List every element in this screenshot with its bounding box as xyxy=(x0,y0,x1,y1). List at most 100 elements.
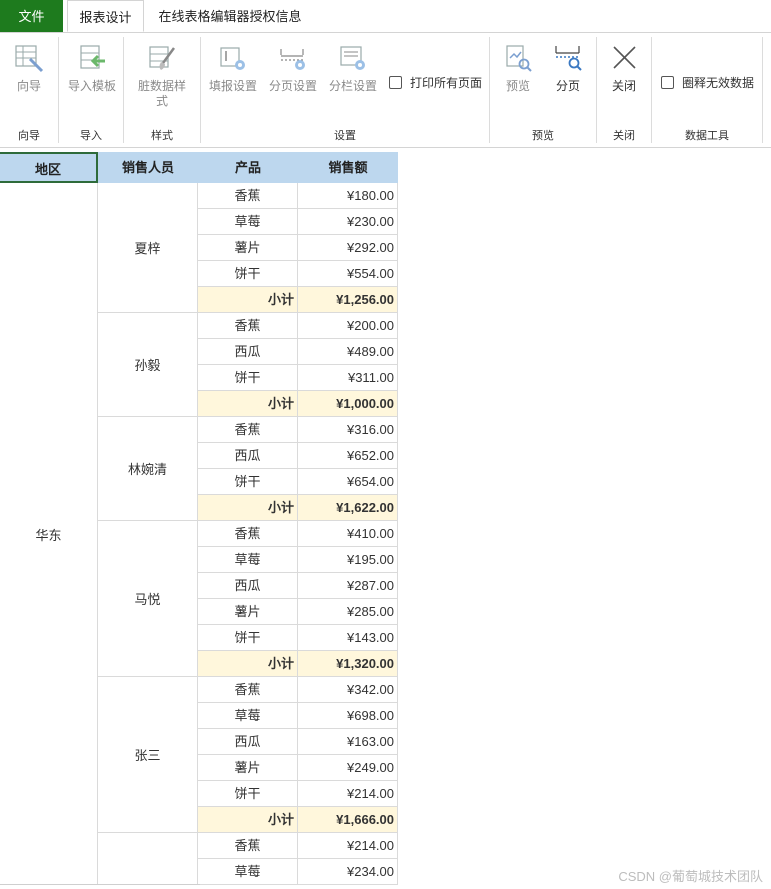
subtotal-amount-cell[interactable]: ¥1,666.00 xyxy=(298,807,398,833)
subtotal-label-cell[interactable]: 小计 xyxy=(198,807,298,833)
amount-cell[interactable]: ¥654.00 xyxy=(298,469,398,495)
product-cell[interactable]: 西瓜 xyxy=(198,729,298,755)
checkbox-box[interactable] xyxy=(389,76,402,89)
circle-invalid-data-label: 圈释无效数据 xyxy=(682,76,755,90)
product-cell[interactable]: 香蕉 xyxy=(198,521,298,547)
print-all-pages-checkbox[interactable]: 打印所有页面 xyxy=(389,74,482,91)
amount-cell[interactable]: ¥195.00 xyxy=(298,547,398,573)
wizard-button-label: 向导 xyxy=(16,79,41,93)
amount-cell[interactable]: ¥180.00 xyxy=(298,183,398,209)
preview-button[interactable]: 预览 xyxy=(496,43,540,94)
product-cell[interactable]: 饼干 xyxy=(198,261,298,287)
group-style: 脏数据样式 样式 xyxy=(124,33,200,147)
amount-cell[interactable]: ¥234.00 xyxy=(298,859,398,885)
subtotal-amount-cell[interactable]: ¥1,256.00 xyxy=(298,287,398,313)
amount-cell[interactable]: ¥292.00 xyxy=(298,235,398,261)
subtotal-amount-cell[interactable]: ¥1,000.00 xyxy=(298,391,398,417)
product-cell[interactable]: 香蕉 xyxy=(198,833,298,859)
subtotal-amount-cell[interactable]: ¥1,622.00 xyxy=(298,495,398,521)
tab-file[interactable]: 文件 xyxy=(0,0,63,32)
product-cell[interactable]: 草莓 xyxy=(198,209,298,235)
amount-cell[interactable]: ¥200.00 xyxy=(298,313,398,339)
circle-invalid-data-checkbox[interactable]: 圈释无效数据 xyxy=(661,74,754,91)
header-product[interactable]: 产品 xyxy=(198,152,298,183)
tab-report-design[interactable]: 报表设计 xyxy=(67,0,144,32)
product-cell[interactable]: 西瓜 xyxy=(198,443,298,469)
subtotal-label-cell[interactable]: 小计 xyxy=(198,391,298,417)
amount-cell[interactable]: ¥489.00 xyxy=(298,339,398,365)
group-preview: 预览 分页 预览 xyxy=(490,33,596,147)
amount-cell[interactable]: ¥214.00 xyxy=(298,781,398,807)
dirty-data-style-label: 脏数据样式 xyxy=(137,79,186,108)
subtotal-label-cell[interactable]: 小计 xyxy=(198,495,298,521)
close-button[interactable]: 关闭 xyxy=(602,43,646,94)
amount-cell[interactable]: ¥342.00 xyxy=(298,677,398,703)
header-person[interactable]: 销售人员 xyxy=(98,152,198,183)
region-cell[interactable]: 华东 xyxy=(0,183,98,885)
amount-cell[interactable]: ¥410.00 xyxy=(298,521,398,547)
paging-button[interactable]: 分页 xyxy=(546,43,590,94)
amount-cell[interactable]: ¥143.00 xyxy=(298,625,398,651)
product-cell[interactable]: 饼干 xyxy=(198,781,298,807)
person-cell[interactable]: 马悦 xyxy=(98,521,198,677)
product-cell[interactable]: 饼干 xyxy=(198,469,298,495)
page-settings-icon xyxy=(280,49,305,70)
group-data-tools: 圈释无效数据 数据工具 xyxy=(652,33,762,147)
product-cell[interactable]: 草莓 xyxy=(198,703,298,729)
column-settings-label: 分栏设置 xyxy=(328,79,377,93)
column-settings-button[interactable]: 分栏设置 xyxy=(327,43,379,94)
amount-cell[interactable]: ¥249.00 xyxy=(298,755,398,781)
product-cell[interactable]: 饼干 xyxy=(198,625,298,651)
amount-cell[interactable]: ¥287.00 xyxy=(298,573,398,599)
product-cell[interactable]: 香蕉 xyxy=(198,183,298,209)
product-cell[interactable]: 薯片 xyxy=(198,235,298,261)
person-cell[interactable]: 林婉清 xyxy=(98,417,198,521)
person-cell[interactable]: 张三 xyxy=(98,677,198,833)
product-cell[interactable]: 草莓 xyxy=(198,859,298,885)
amount-cell[interactable]: ¥285.00 xyxy=(298,599,398,625)
wizard-button[interactable]: 向导 xyxy=(6,43,52,94)
paging-label: 分页 xyxy=(555,79,580,93)
ribbon: 向导 向导 导入模板 导入 脏数据样式 样式 填报设置 分页设置 分栏设置 打印… xyxy=(0,33,771,148)
header-region[interactable]: 地区 xyxy=(0,152,98,183)
product-cell[interactable]: 饼干 xyxy=(198,365,298,391)
person-cell[interactable]: 孙毅 xyxy=(98,313,198,417)
product-cell[interactable]: 香蕉 xyxy=(198,417,298,443)
checkbox-box[interactable] xyxy=(661,76,674,89)
import-template-button[interactable]: 导入模板 xyxy=(64,43,120,94)
amount-cell[interactable]: ¥311.00 xyxy=(298,365,398,391)
page-settings-button[interactable]: 分页设置 xyxy=(267,43,319,94)
amount-cell[interactable]: ¥214.00 xyxy=(298,833,398,859)
group-label-settings: 设置 xyxy=(334,130,356,142)
product-cell[interactable]: 西瓜 xyxy=(198,573,298,599)
column-settings-icon xyxy=(340,46,365,70)
person-cell[interactable]: 夏梓 xyxy=(98,183,198,313)
subtotal-label-cell[interactable]: 小计 xyxy=(198,287,298,313)
group-wizard: 向导 向导 xyxy=(0,33,58,147)
product-cell[interactable]: 香蕉 xyxy=(198,677,298,703)
product-cell[interactable]: 草莓 xyxy=(198,547,298,573)
subtotal-label-cell[interactable]: 小计 xyxy=(198,651,298,677)
product-cell[interactable]: 薯片 xyxy=(198,755,298,781)
fill-settings-button[interactable]: 填报设置 xyxy=(207,43,259,94)
group-label-wizard: 向导 xyxy=(18,130,40,142)
amount-cell[interactable]: ¥652.00 xyxy=(298,443,398,469)
group-label-import: 导入 xyxy=(80,130,102,142)
person-cell[interactable] xyxy=(98,833,198,885)
amount-cell[interactable]: ¥230.00 xyxy=(298,209,398,235)
header-amount[interactable]: 销售额 xyxy=(298,152,398,183)
tab-license-info[interactable]: 在线表格编辑器授权信息 xyxy=(150,0,310,32)
product-cell[interactable]: 香蕉 xyxy=(198,313,298,339)
amount-cell[interactable]: ¥698.00 xyxy=(298,703,398,729)
product-cell[interactable]: 薯片 xyxy=(198,599,298,625)
product-cell[interactable]: 西瓜 xyxy=(198,339,298,365)
ribbon-tab-bar: 文件 报表设计 在线表格编辑器授权信息 xyxy=(0,0,771,33)
dirty-data-style-button[interactable]: 脏数据样式 xyxy=(134,43,190,109)
subtotal-amount-cell[interactable]: ¥1,320.00 xyxy=(298,651,398,677)
amount-cell[interactable]: ¥316.00 xyxy=(298,417,398,443)
page-settings-label: 分页设置 xyxy=(268,79,317,93)
amount-cell[interactable]: ¥554.00 xyxy=(298,261,398,287)
amount-cell[interactable]: ¥163.00 xyxy=(298,729,398,755)
preview-label: 预览 xyxy=(505,79,530,93)
sheet-bottom-border xyxy=(0,884,200,885)
